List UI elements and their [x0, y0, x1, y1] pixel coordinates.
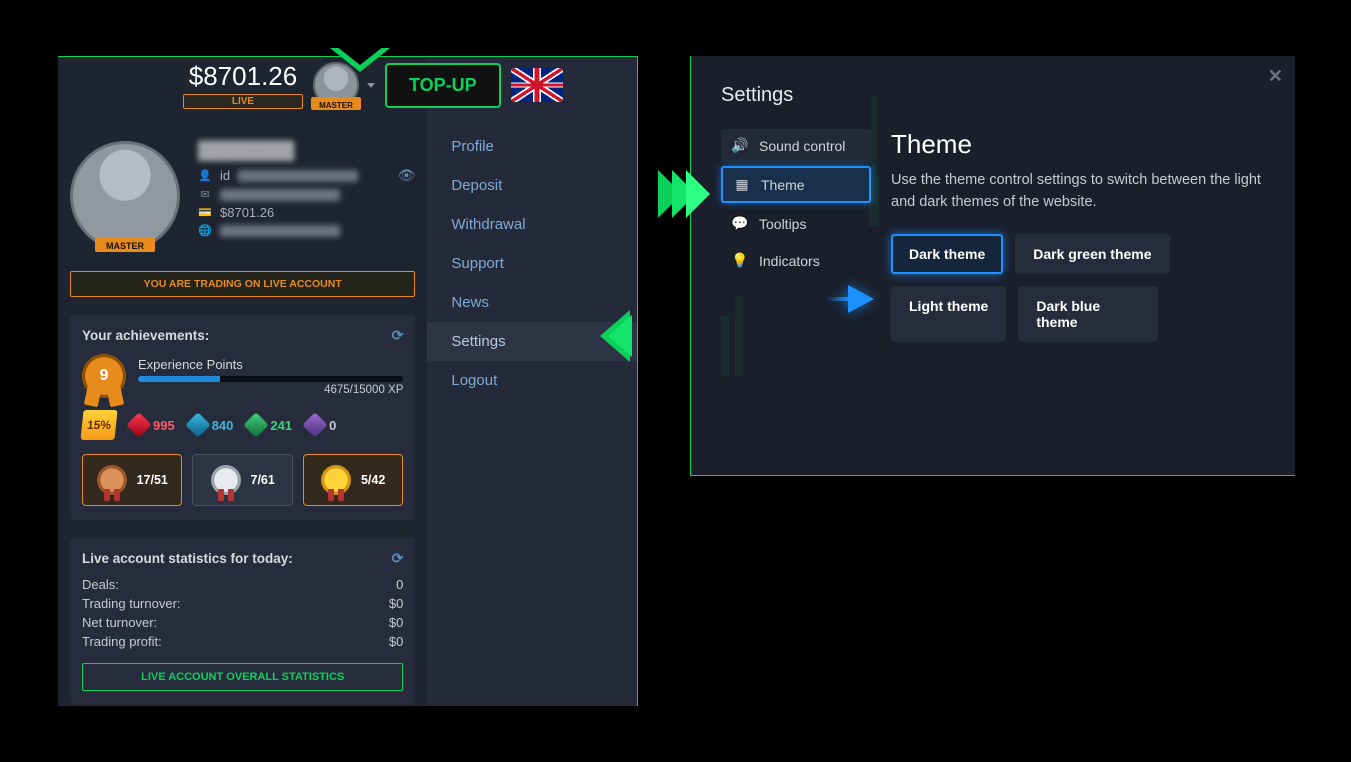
- language-flag-uk[interactable]: [511, 68, 563, 102]
- menu-profile[interactable]: Profile: [427, 127, 637, 166]
- close-icon[interactable]: ✕: [1268, 66, 1283, 87]
- profile-id-row: 👤 id 👁: [198, 167, 415, 184]
- tooltip-icon: 💬: [731, 215, 749, 232]
- stats-row: Deals:0: [82, 575, 403, 594]
- xp-text: 4675/15000 XP: [138, 384, 403, 396]
- profile-panel: MASTER ████████ 👤 id 👁 ✉ 💳 $8701.26: [58, 56, 638, 706]
- settings-nav-theme[interactable]: ▦ Theme: [721, 166, 871, 203]
- pointer-blue-icon: [848, 285, 874, 313]
- pointer-left-icon: [600, 310, 630, 367]
- card-icon: 💳: [198, 206, 212, 219]
- grid-icon: ▦: [733, 176, 751, 193]
- volume-icon: 🔊: [731, 137, 749, 154]
- globe-icon: 🌐: [198, 224, 212, 237]
- stats-header: Live account statistics for today:: [82, 551, 293, 566]
- overall-stats-button[interactable]: LIVE ACCOUNT OVERALL STATISTICS: [82, 663, 403, 691]
- medal-silver[interactable]: 7/61: [192, 454, 292, 506]
- menu-deposit[interactable]: Deposit: [427, 166, 637, 205]
- profile-balance-row: 💳 $8701.26: [198, 205, 415, 220]
- profile-details: ████████ 👤 id 👁 ✉ 💳 $8701.26 🌐: [198, 141, 415, 251]
- profile-id-blurred: [238, 170, 358, 182]
- id-prefix: id: [220, 168, 230, 183]
- live-account-strip: YOU ARE TRADING ON LIVE ACCOUNT: [70, 271, 415, 297]
- topup-button[interactable]: TOP-UP: [385, 63, 501, 108]
- avatar-badge-label: MASTER: [319, 101, 353, 110]
- profile-menu: Profile Deposit Withdrawal Support News …: [427, 57, 637, 706]
- settings-main: Theme Use the theme control settings to …: [891, 129, 1265, 342]
- medal-gold[interactable]: 5/42: [303, 454, 403, 506]
- theme-option-dark-blue[interactable]: Dark blue theme: [1018, 286, 1158, 342]
- profile-email-row: ✉: [198, 188, 415, 201]
- settings-nav-tooltips[interactable]: 💬 Tooltips: [721, 207, 871, 240]
- stats-card: Live account statistics for today: ⟳ Dea…: [70, 538, 415, 705]
- theme-option-dark-green[interactable]: Dark green theme: [1015, 234, 1169, 274]
- pointer-down-icon: [330, 48, 390, 72]
- settings-nav-indicators[interactable]: 💡 Indicators: [721, 244, 871, 277]
- gem-blue[interactable]: 840: [189, 416, 234, 434]
- theme-options: Dark theme Dark green theme Light theme …: [891, 234, 1265, 342]
- stats-row: Trading profit:$0: [82, 632, 403, 651]
- settings-panel: ✕ Settings 🔊 Sound control ▦ Theme 💬 Too…: [690, 56, 1295, 476]
- chevron-down-icon[interactable]: [367, 83, 375, 88]
- gem-green[interactable]: 241: [247, 416, 292, 434]
- profile-region-row: 🌐: [198, 224, 415, 237]
- achievements-card: Your achievements: ⟳ 9 Experience Points…: [70, 315, 415, 520]
- stats-list: Deals:0 Trading turnover:$0 Net turnover…: [82, 575, 403, 651]
- theme-option-dark[interactable]: Dark theme: [891, 234, 1003, 274]
- eye-icon[interactable]: 👁: [398, 167, 416, 184]
- menu-withdrawal[interactable]: Withdrawal: [427, 205, 637, 244]
- gem-blue-icon: [185, 412, 210, 437]
- discount-badge: 15%: [80, 410, 117, 440]
- live-badge: LIVE: [183, 94, 303, 109]
- settings-nav-sound[interactable]: 🔊 Sound control: [721, 129, 871, 162]
- achievements-header: Your achievements:: [82, 328, 209, 343]
- profile-balance: $8701.26: [220, 205, 274, 220]
- medal-bronze[interactable]: 17/51: [82, 454, 182, 506]
- settings-title: Settings: [721, 84, 1265, 107]
- profile-avatar[interactable]: MASTER: [70, 141, 180, 251]
- gem-green-icon: [244, 412, 269, 437]
- medal-silver-icon: [211, 465, 241, 495]
- theme-description: Use the theme control settings to switch…: [891, 170, 1265, 214]
- gem-purple-icon: [302, 412, 327, 437]
- balance-box[interactable]: $8701.26 LIVE: [183, 61, 303, 109]
- theme-option-light[interactable]: Light theme: [891, 286, 1006, 342]
- profile-region-blurred: [220, 225, 340, 237]
- gem-red[interactable]: 995: [130, 416, 175, 434]
- profile-avatar-badge: MASTER: [106, 241, 144, 251]
- gem-purple[interactable]: 0: [306, 416, 336, 434]
- medal-gold-icon: [321, 465, 351, 495]
- stats-row: Trading turnover:$0: [82, 594, 403, 613]
- theme-title: Theme: [891, 129, 1265, 160]
- profile-info: MASTER ████████ 👤 id 👁 ✉ 💳 $8701.26: [70, 141, 415, 251]
- user-icon: 👤: [198, 169, 212, 182]
- medal-row: 17/51 7/61 5/42: [82, 454, 403, 506]
- level-badge: 9: [82, 354, 126, 398]
- profile-column: MASTER ████████ 👤 id 👁 ✉ 💳 $8701.26: [58, 57, 427, 706]
- bulb-icon: 💡: [731, 252, 749, 269]
- stats-row: Net turnover:$0: [82, 613, 403, 632]
- xp-label: Experience Points: [138, 357, 403, 372]
- balance-amount: $8701.26: [183, 61, 303, 92]
- profile-email-blurred: [220, 189, 340, 201]
- gem-red-icon: [126, 412, 151, 437]
- menu-support[interactable]: Support: [427, 244, 637, 283]
- profile-name-blurred: ████████: [198, 141, 415, 161]
- gem-row: 15% 995 840 241 0: [82, 410, 403, 440]
- level-number: 9: [100, 367, 109, 385]
- mail-icon: ✉: [198, 188, 212, 201]
- refresh-icon[interactable]: ⟳: [392, 327, 404, 344]
- refresh-icon[interactable]: ⟳: [392, 550, 404, 567]
- medal-bronze-icon: [97, 465, 127, 495]
- xp-bar: [138, 376, 403, 382]
